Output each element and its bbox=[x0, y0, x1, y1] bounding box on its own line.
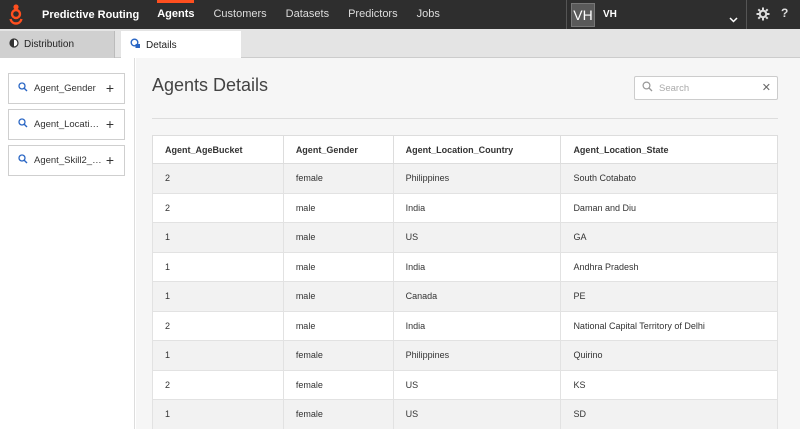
table-cell: India bbox=[392, 192, 562, 223]
table-cell: 2 bbox=[152, 310, 284, 341]
sidebar-item-label: Agent_Location... bbox=[34, 119, 102, 130]
table-cell: US bbox=[392, 399, 562, 429]
agents-table: Agent_AgeBucket Agent_Gender Agent_Locat… bbox=[152, 135, 778, 429]
sidebar-item-label: Agent_Gender bbox=[34, 83, 96, 94]
sidebar-item-agent-skill2[interactable]: Agent_Skill2_L... + bbox=[8, 145, 125, 176]
table-cell: 2 bbox=[152, 192, 284, 223]
divider bbox=[152, 118, 778, 119]
table-cell: 1 bbox=[152, 399, 284, 429]
column-header[interactable]: Agent_Gender bbox=[282, 135, 394, 164]
sidebar-item-label: Agent_Skill2_L... bbox=[34, 155, 102, 166]
tab-distribution[interactable]: Distribution bbox=[0, 31, 115, 58]
sidebar-item-agent-gender[interactable]: Agent_Gender + bbox=[8, 73, 125, 104]
help-icon[interactable]: ? bbox=[781, 6, 788, 20]
nav-predictors[interactable]: Predictors bbox=[348, 0, 398, 29]
table-cell: Philippines bbox=[392, 340, 562, 371]
column-header[interactable]: Agent_Location_State bbox=[560, 135, 778, 164]
table-cell: US bbox=[392, 222, 562, 253]
table-cell: US bbox=[392, 369, 562, 400]
tab-distribution-label: Distribution bbox=[24, 39, 75, 50]
table-cell: female bbox=[282, 163, 394, 194]
gear-icon[interactable] bbox=[756, 7, 770, 26]
top-bar: Predictive Routing Agents Customers Data… bbox=[0, 0, 800, 29]
table-cell: Daman and Diu bbox=[560, 192, 778, 223]
column-header[interactable]: Agent_AgeBucket bbox=[152, 135, 284, 164]
table-cell: National Capital Territory of Delhi bbox=[560, 310, 778, 341]
search-icon bbox=[18, 154, 28, 167]
search-input[interactable] bbox=[659, 82, 759, 94]
table-cell: male bbox=[282, 192, 394, 223]
add-icon[interactable]: + bbox=[106, 153, 114, 167]
table-row: 1 female US SD bbox=[152, 399, 778, 429]
nav-jobs[interactable]: Jobs bbox=[417, 0, 440, 29]
avatar: VH bbox=[571, 2, 595, 27]
half-circle-icon bbox=[9, 38, 24, 51]
table-cell: India bbox=[392, 251, 562, 282]
table-row: 1 male Canada PE bbox=[152, 281, 778, 312]
table-cell: 1 bbox=[152, 251, 284, 282]
app-title: Predictive Routing bbox=[42, 8, 140, 21]
add-icon[interactable]: + bbox=[106, 81, 114, 95]
table-cell: Andhra Pradesh bbox=[560, 251, 778, 282]
table-cell: GA bbox=[560, 222, 778, 253]
view-tabs: Distribution Details bbox=[0, 29, 800, 59]
main-content: Agents Details ✕ Agent_AgeBucket Agent_G… bbox=[136, 58, 800, 429]
search-box[interactable]: ✕ bbox=[634, 76, 778, 100]
table-row: 1 male India Andhra Pradesh bbox=[152, 251, 778, 282]
column-header[interactable]: Agent_Location_Country bbox=[392, 135, 562, 164]
search-icon bbox=[18, 82, 28, 95]
user-name: VH bbox=[603, 9, 617, 20]
tab-details[interactable]: Details bbox=[121, 31, 241, 59]
table-cell: Canada bbox=[392, 281, 562, 312]
add-icon[interactable]: + bbox=[106, 117, 114, 131]
table-cell: 1 bbox=[152, 281, 284, 312]
search-icon bbox=[635, 79, 653, 97]
table-cell: male bbox=[282, 281, 394, 312]
table-header-row: Agent_AgeBucket Agent_Gender Agent_Locat… bbox=[152, 135, 778, 164]
table-row: 1 female Philippines Quirino bbox=[152, 340, 778, 371]
table-cell: PE bbox=[560, 281, 778, 312]
user-menu[interactable]: VH VH bbox=[566, 0, 747, 29]
table-row: 1 male US GA bbox=[152, 222, 778, 253]
table-cell: South Cotabato bbox=[560, 163, 778, 194]
table-cell: India bbox=[392, 310, 562, 341]
attribute-sidebar: Agent_Gender + Agent_Location... + Agent… bbox=[0, 58, 135, 429]
table-row: 2 female US KS bbox=[152, 369, 778, 400]
table-row: 2 male India National Capital Territory … bbox=[152, 310, 778, 341]
page-title: Agents Details bbox=[152, 75, 269, 95]
table-cell: Quirino bbox=[560, 340, 778, 371]
chevron-down-icon[interactable] bbox=[729, 10, 738, 28]
table-cell: male bbox=[282, 251, 394, 282]
table-cell: SD bbox=[560, 399, 778, 429]
close-icon[interactable]: ✕ bbox=[762, 81, 771, 94]
table-cell: KS bbox=[560, 369, 778, 400]
table-cell: 2 bbox=[152, 163, 284, 194]
nav-agents[interactable]: Agents bbox=[157, 0, 195, 29]
table-cell: 1 bbox=[152, 222, 284, 253]
sidebar-item-agent-location[interactable]: Agent_Location... + bbox=[8, 109, 125, 140]
table-cell: female bbox=[282, 369, 394, 400]
nav-customers[interactable]: Customers bbox=[213, 0, 266, 29]
details-icon bbox=[130, 38, 146, 52]
table-row: 2 male India Daman and Diu bbox=[152, 192, 778, 223]
table-cell: male bbox=[282, 222, 394, 253]
nav-datasets[interactable]: Datasets bbox=[286, 0, 329, 29]
table-cell: 1 bbox=[152, 340, 284, 371]
table-row: 2 female Philippines South Cotabato bbox=[152, 163, 778, 194]
genesys-logo-icon[interactable] bbox=[0, 0, 31, 29]
table-cell: female bbox=[282, 399, 394, 429]
table-cell: male bbox=[282, 310, 394, 341]
table-cell: Philippines bbox=[392, 163, 562, 194]
table-cell: 2 bbox=[152, 369, 284, 400]
table-cell: female bbox=[282, 340, 394, 371]
search-icon bbox=[18, 118, 28, 131]
tab-details-label: Details bbox=[146, 39, 177, 51]
